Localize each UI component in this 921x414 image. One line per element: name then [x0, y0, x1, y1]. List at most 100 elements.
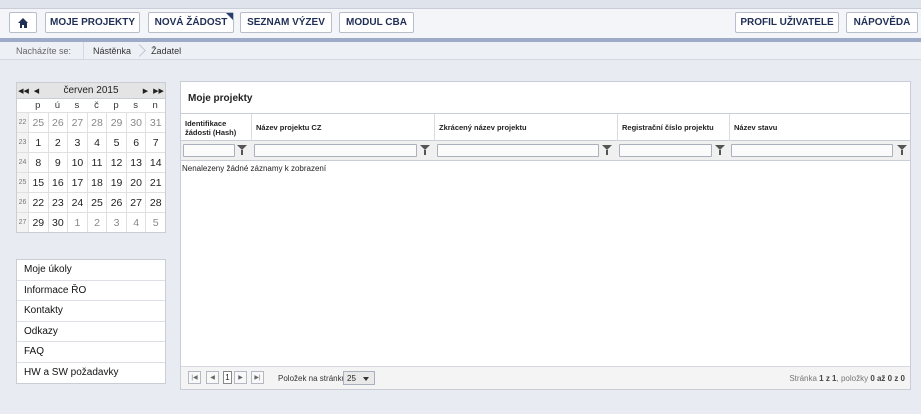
nav-seznam-vyzev-button[interactable]: SEZNAM VÝZEV [240, 12, 332, 33]
napoveda-button[interactable]: NÁPOVĚDA [846, 12, 918, 33]
column-header-nazev-stavu[interactable]: Název stavu [730, 114, 910, 141]
side-menu-item-kontakty[interactable]: Kontakty [17, 301, 165, 322]
filter-icon[interactable] [897, 145, 907, 156]
calendar-week-number: 27 [17, 212, 28, 232]
profil-uzivatele-button[interactable]: PROFIL UŽIVATELE [735, 12, 839, 33]
prev-month-icon[interactable]: ◀ [30, 87, 43, 95]
calendar-day[interactable]: 17 [67, 172, 87, 192]
per-page-select[interactable]: 25 [343, 371, 375, 385]
pager-info-items: 0 až 0 z 0 [870, 374, 905, 383]
calendar-day[interactable]: 4 [125, 212, 146, 232]
filter-icon[interactable] [715, 145, 725, 156]
calendar-day[interactable]: 24 [67, 192, 87, 212]
calendar-day[interactable]: 12 [106, 152, 126, 172]
calendar-day-name: p [113, 100, 119, 111]
calendar-day[interactable]: 20 [125, 172, 146, 192]
filter-icon[interactable] [237, 145, 247, 156]
prev-page-icon[interactable]: ◀ [206, 371, 219, 384]
nav-nova-zadost-button[interactable]: NOVÁ ŽÁDOST [148, 12, 234, 33]
calendar-day[interactable]: 27 [67, 112, 87, 132]
side-menu-item-odkazy[interactable]: Odkazy [17, 322, 165, 342]
grid-header: Identifikace žádosti (Hash) Název projek… [181, 113, 910, 141]
calendar-day-name: s [74, 100, 80, 111]
breadcrumb-label: Nacházíte se: [16, 45, 72, 56]
calendar-week-number: 25 [17, 172, 28, 192]
calendar-day[interactable]: 8 [28, 152, 48, 172]
calendar-day[interactable]: 21 [145, 172, 165, 192]
calendar-day[interactable]: 4 [86, 132, 107, 152]
side-menu-item-informace-ro[interactable]: Informace ŘO [17, 281, 165, 301]
calendar-day[interactable]: 11 [86, 152, 107, 172]
prev-year-icon[interactable]: ◀◀ [17, 87, 30, 95]
calendar-day[interactable]: 6 [125, 132, 146, 152]
calendar-day[interactable]: 26 [47, 112, 68, 132]
calendar-day[interactable]: 29 [28, 212, 48, 232]
calendar-day[interactable]: 2 [47, 132, 68, 152]
calendar-day[interactable]: 25 [28, 112, 48, 132]
column-header-hash[interactable]: Identifikace žádosti (Hash) [181, 114, 252, 141]
empty-message: Nenalezeny žádné záznamy k zobrazení [182, 164, 327, 173]
nav-modul-cba-button[interactable]: MODUL CBA [339, 12, 414, 33]
filter-input-registracni-cislo[interactable] [619, 144, 712, 157]
calendar-day[interactable]: 25 [86, 192, 107, 212]
calendar-day[interactable]: 1 [28, 132, 48, 152]
filter-icon[interactable] [602, 145, 612, 156]
calendar-day[interactable]: 14 [145, 152, 165, 172]
side-menu-item-moje-ukoly[interactable]: Moje úkoly [17, 260, 165, 281]
calendar-day[interactable]: 26 [106, 192, 126, 212]
calendar-day[interactable]: 3 [106, 212, 126, 232]
chevron-down-icon [363, 377, 369, 381]
next-page-icon[interactable]: ▶ [234, 371, 247, 384]
per-page-value: 25 [347, 373, 356, 383]
home-button[interactable] [9, 12, 37, 33]
calendar-grid: p ú s č p s n 22 25 26 27 28 29 30 31 23 1 2 3 4 5 6 7 24 8 9 10 11… [17, 99, 165, 232]
side-menu-item-hw-sw[interactable]: HW a SW požadavky [17, 363, 165, 384]
pager-info: Stránka 1 z 1, položky 0 až 0 z 0 [789, 374, 905, 383]
column-header-registracni-cislo[interactable]: Registrační číslo projektu [618, 114, 730, 141]
calendar-day[interactable]: 16 [47, 172, 68, 192]
filter-input-nazev-cz[interactable] [254, 144, 417, 157]
calendar-day[interactable]: 19 [106, 172, 126, 192]
filter-icon[interactable] [420, 145, 430, 156]
calendar-day-name: s [133, 100, 138, 111]
breadcrumb: Nacházíte se: Nástěnka Žadatel [0, 41, 921, 60]
calendar-day[interactable]: 15 [28, 172, 48, 192]
calendar-day[interactable]: 1 [67, 212, 87, 232]
calendar-day[interactable]: 7 [145, 132, 165, 152]
column-header-nazev-cz[interactable]: Název projektu CZ [252, 114, 435, 141]
calendar-day[interactable]: 31 [145, 112, 165, 132]
calendar-week-number: 26 [17, 192, 28, 212]
filter-input-hash[interactable] [183, 144, 235, 157]
calendar-day[interactable]: 9 [47, 152, 68, 172]
next-year-icon[interactable]: ▶▶ [152, 87, 165, 95]
calendar-day[interactable]: 30 [47, 212, 68, 232]
calendar-day[interactable]: 27 [125, 192, 146, 212]
calendar-day[interactable]: 5 [145, 212, 165, 232]
side-menu-item-faq[interactable]: FAQ [17, 342, 165, 363]
breadcrumb-item-zadatel[interactable]: Žadatel [142, 42, 190, 60]
last-page-icon[interactable]: ▶| [251, 371, 264, 384]
filter-input-zkraceny-nazev[interactable] [437, 144, 599, 157]
calendar-day[interactable]: 28 [86, 112, 107, 132]
nav-moje-projekty-button[interactable]: MOJE PROJEKTY [45, 12, 140, 33]
calendar-day[interactable]: 10 [67, 152, 87, 172]
calendar-day[interactable]: 23 [47, 192, 68, 212]
side-menu: Moje úkoly Informace ŘO Kontakty Odkazy … [16, 259, 166, 384]
breadcrumb-item-nastenka[interactable]: Nástěnka [83, 41, 140, 60]
filter-input-nazev-stavu[interactable] [731, 144, 893, 157]
first-page-icon[interactable]: |◀ [188, 371, 201, 384]
calendar-day[interactable]: 30 [125, 112, 146, 132]
calendar-day[interactable]: 28 [145, 192, 165, 212]
calendar-day-name: n [152, 100, 158, 111]
calendar-day[interactable]: 22 [28, 192, 48, 212]
current-page-number[interactable]: 1 [223, 371, 232, 384]
calendar-day[interactable]: 29 [106, 112, 126, 132]
calendar-day[interactable]: 2 [86, 212, 107, 232]
top-strip [0, 0, 921, 9]
calendar-day[interactable]: 18 [86, 172, 107, 192]
column-header-zkraceny-nazev[interactable]: Zkrácený název projektu [435, 114, 618, 141]
calendar-day[interactable]: 13 [125, 152, 146, 172]
calendar-day[interactable]: 5 [106, 132, 126, 152]
next-month-icon[interactable]: ▶ [139, 87, 152, 95]
calendar-day[interactable]: 3 [67, 132, 87, 152]
